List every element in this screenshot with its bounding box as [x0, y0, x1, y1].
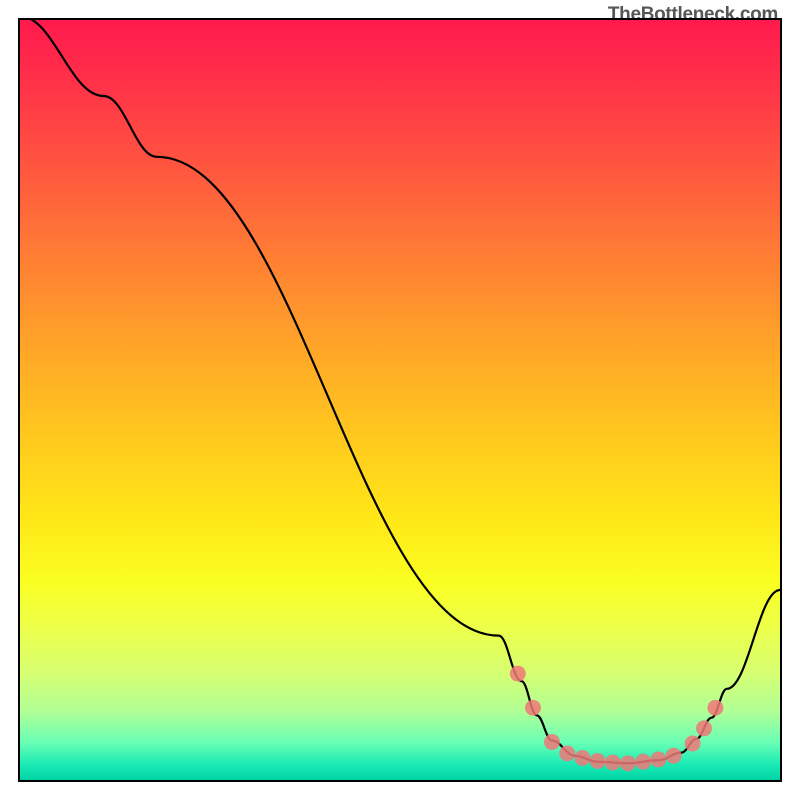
marker-group — [510, 666, 724, 772]
data-marker — [635, 754, 651, 770]
data-marker — [544, 734, 560, 750]
bottleneck-chart: TheBottleneck.com — [0, 0, 800, 800]
data-marker — [650, 752, 666, 768]
data-marker — [510, 666, 526, 682]
data-marker — [590, 753, 606, 769]
data-marker — [685, 736, 701, 752]
data-marker — [559, 745, 575, 761]
data-curve — [20, 20, 780, 763]
chart-svg — [20, 20, 780, 780]
data-marker — [574, 750, 590, 766]
data-marker — [605, 755, 621, 771]
data-marker — [620, 755, 636, 771]
data-marker — [666, 748, 682, 764]
plot-area — [18, 18, 782, 782]
data-marker — [696, 720, 712, 736]
data-marker — [707, 700, 723, 716]
data-marker — [525, 700, 541, 716]
